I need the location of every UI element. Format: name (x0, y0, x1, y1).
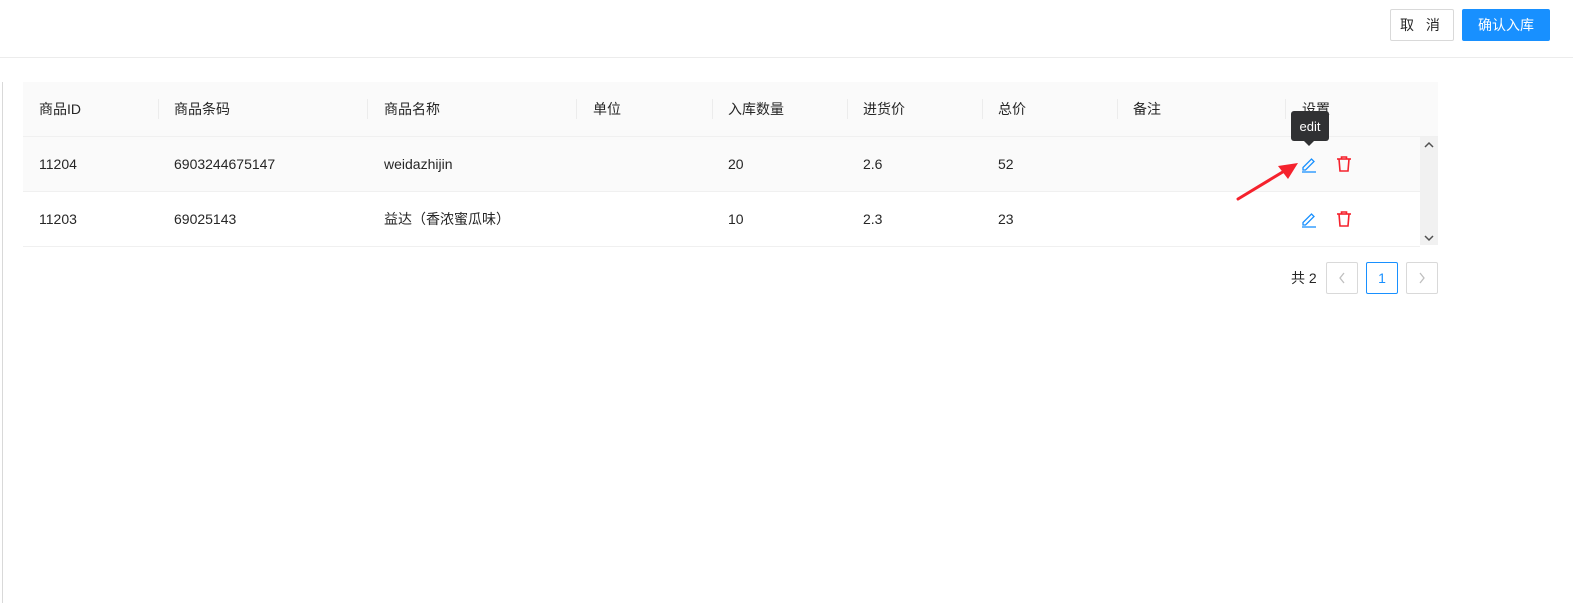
prev-page-button[interactable] (1326, 262, 1358, 294)
chevron-left-icon (1339, 272, 1345, 284)
annotation-arrow-icon (1236, 163, 1298, 201)
cell-id: 11203 (39, 211, 77, 227)
confirm-stock-in-button[interactable]: 确认入库 (1462, 9, 1550, 41)
cell-name: weidazhijin (384, 156, 453, 172)
column-header-unit: 单位 (593, 101, 621, 117)
column-separator (847, 99, 848, 119)
column-separator (576, 99, 577, 119)
cell-purchase-price: 2.6 (863, 156, 883, 172)
column-header-quantity: 入库数量 (728, 101, 784, 117)
edit-tooltip: edit (1291, 111, 1329, 141)
table-scrollbar[interactable] (1420, 137, 1438, 245)
column-header-purchase-price: 进货价 (863, 101, 905, 117)
edit-icon[interactable] (1299, 209, 1319, 229)
top-toolbar: 取 消 确认入库 (0, 0, 1573, 58)
stock-in-table: 商品ID 商品条码 商品名称 单位 入库数量 进货价 总价 备注 设置 1120… (23, 82, 1438, 247)
column-separator (1117, 99, 1118, 119)
column-separator (1285, 99, 1286, 119)
next-page-button[interactable] (1406, 262, 1438, 294)
column-separator (158, 99, 159, 119)
column-separator (712, 99, 713, 119)
cell-quantity: 10 (728, 211, 744, 227)
left-divider (2, 82, 3, 603)
table-row: 11204 6903244675147 weidazhijin 20 2.6 5… (23, 137, 1420, 192)
table-body: 11204 6903244675147 weidazhijin 20 2.6 5… (23, 137, 1438, 247)
column-header-total: 总价 (998, 101, 1026, 117)
delete-icon[interactable] (1334, 209, 1354, 229)
scroll-down-icon[interactable] (1420, 231, 1438, 245)
cell-barcode: 6903244675147 (174, 156, 276, 172)
cancel-button[interactable]: 取 消 (1390, 9, 1454, 41)
cell-total: 23 (998, 211, 1014, 227)
tooltip-pointer (1304, 141, 1314, 146)
page-button[interactable]: 1 (1366, 262, 1398, 294)
cell-purchase-price: 2.3 (863, 211, 883, 227)
column-separator (367, 99, 368, 119)
cell-quantity: 20 (728, 156, 744, 172)
scroll-up-icon[interactable] (1420, 137, 1438, 151)
column-header-note: 备注 (1133, 101, 1161, 117)
column-header-name: 商品名称 (384, 101, 440, 117)
cell-barcode: 69025143 (174, 211, 237, 227)
column-header-id: 商品ID (39, 101, 81, 117)
delete-icon[interactable] (1334, 154, 1354, 174)
table-header: 商品ID 商品条码 商品名称 单位 入库数量 进货价 总价 备注 设置 (23, 82, 1438, 137)
column-separator (982, 99, 983, 119)
cell-name: 益达（香浓蜜瓜味） (384, 211, 510, 227)
cell-id: 11204 (39, 156, 77, 172)
column-header-barcode: 商品条码 (174, 101, 230, 117)
cell-total: 52 (998, 156, 1014, 172)
chevron-right-icon (1419, 272, 1425, 284)
table-row: 11203 69025143 益达（香浓蜜瓜味） 10 2.3 23 (23, 192, 1420, 247)
pagination-total: 共 2 (1291, 270, 1317, 286)
